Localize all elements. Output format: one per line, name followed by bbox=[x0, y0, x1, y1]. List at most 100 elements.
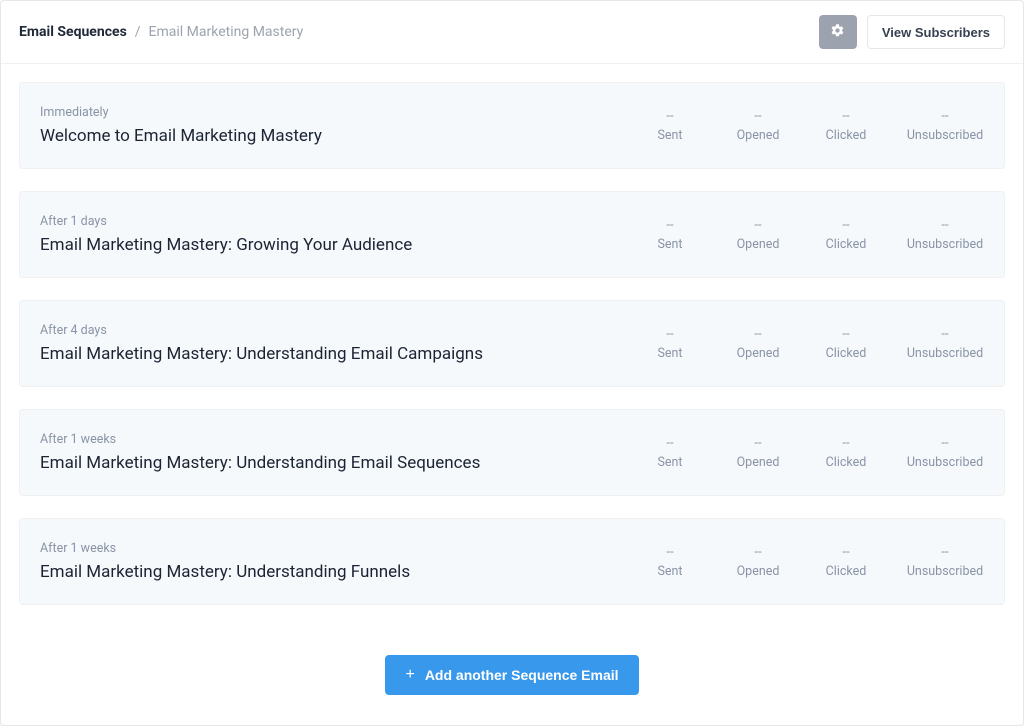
header-actions: View Subscribers bbox=[819, 15, 1005, 49]
stat-value: -- bbox=[818, 218, 874, 233]
content: Immediately Welcome to Email Marketing M… bbox=[1, 64, 1023, 725]
add-button-wrap: + Add another Sequence Email bbox=[19, 627, 1005, 707]
stat-label: Opened bbox=[730, 564, 786, 579]
email-title: Email Marketing Mastery: Growing Your Au… bbox=[40, 235, 642, 255]
breadcrumb: Email Sequences / Email Marketing Master… bbox=[19, 24, 303, 40]
breadcrumb-current: Email Marketing Mastery bbox=[149, 24, 304, 40]
stat-label: Unsubscribed bbox=[906, 346, 984, 361]
stat-sent: -- Sent bbox=[642, 436, 698, 470]
stat-label: Clicked bbox=[818, 237, 874, 252]
stat-unsubscribed: -- Unsubscribed bbox=[906, 109, 984, 143]
stat-clicked: -- Clicked bbox=[818, 545, 874, 579]
email-card[interactable]: After 4 days Email Marketing Mastery: Un… bbox=[19, 300, 1005, 387]
stat-clicked: -- Clicked bbox=[818, 436, 874, 470]
email-stats: -- Sent -- Opened -- Clicked -- Unsubscr… bbox=[642, 109, 984, 143]
email-card[interactable]: After 1 weeks Email Marketing Mastery: U… bbox=[19, 518, 1005, 605]
email-info: After 4 days Email Marketing Mastery: Un… bbox=[40, 323, 642, 364]
stat-value: -- bbox=[642, 545, 698, 560]
email-delay: After 1 weeks bbox=[40, 541, 642, 556]
stat-label: Opened bbox=[730, 346, 786, 361]
breadcrumb-root[interactable]: Email Sequences bbox=[19, 24, 127, 40]
settings-button[interactable] bbox=[819, 15, 857, 49]
stat-label: Clicked bbox=[818, 564, 874, 579]
email-stats: -- Sent -- Opened -- Clicked -- Unsubscr… bbox=[642, 545, 984, 579]
page-container: Email Sequences / Email Marketing Master… bbox=[0, 0, 1024, 726]
email-stats: -- Sent -- Opened -- Clicked -- Unsubscr… bbox=[642, 327, 984, 361]
email-card[interactable]: Immediately Welcome to Email Marketing M… bbox=[19, 82, 1005, 169]
email-title: Email Marketing Mastery: Understanding E… bbox=[40, 453, 642, 473]
stat-unsubscribed: -- Unsubscribed bbox=[906, 436, 984, 470]
email-info: After 1 weeks Email Marketing Mastery: U… bbox=[40, 541, 642, 582]
stat-label: Sent bbox=[642, 237, 698, 252]
email-list: Immediately Welcome to Email Marketing M… bbox=[19, 82, 1005, 605]
stat-opened: -- Opened bbox=[730, 109, 786, 143]
stat-label: Sent bbox=[642, 564, 698, 579]
stat-label: Opened bbox=[730, 455, 786, 470]
stat-value: -- bbox=[906, 218, 984, 233]
stat-opened: -- Opened bbox=[730, 327, 786, 361]
stat-label: Unsubscribed bbox=[906, 564, 984, 579]
stat-value: -- bbox=[730, 218, 786, 233]
stat-clicked: -- Clicked bbox=[818, 218, 874, 252]
stat-sent: -- Sent bbox=[642, 109, 698, 143]
stat-label: Sent bbox=[642, 128, 698, 143]
stat-value: -- bbox=[818, 436, 874, 451]
stat-label: Sent bbox=[642, 455, 698, 470]
plus-icon: + bbox=[405, 667, 414, 683]
stat-label: Unsubscribed bbox=[906, 237, 984, 252]
stat-clicked: -- Clicked bbox=[818, 327, 874, 361]
stat-label: Opened bbox=[730, 237, 786, 252]
email-card[interactable]: After 1 days Email Marketing Mastery: Gr… bbox=[19, 191, 1005, 278]
stat-value: -- bbox=[818, 327, 874, 342]
stat-value: -- bbox=[906, 327, 984, 342]
stat-label: Sent bbox=[642, 346, 698, 361]
stat-value: -- bbox=[906, 109, 984, 124]
email-delay: After 1 weeks bbox=[40, 432, 642, 447]
stat-opened: -- Opened bbox=[730, 545, 786, 579]
email-stats: -- Sent -- Opened -- Clicked -- Unsubscr… bbox=[642, 436, 984, 470]
stat-label: Clicked bbox=[818, 128, 874, 143]
gear-icon bbox=[830, 23, 845, 41]
stat-sent: -- Sent bbox=[642, 218, 698, 252]
page-header: Email Sequences / Email Marketing Master… bbox=[1, 1, 1023, 64]
stat-value: -- bbox=[818, 545, 874, 560]
stat-value: -- bbox=[642, 436, 698, 451]
email-delay: Immediately bbox=[40, 105, 642, 120]
stat-opened: -- Opened bbox=[730, 218, 786, 252]
stat-unsubscribed: -- Unsubscribed bbox=[906, 218, 984, 252]
stat-label: Opened bbox=[730, 128, 786, 143]
stat-value: -- bbox=[818, 109, 874, 124]
stat-sent: -- Sent bbox=[642, 327, 698, 361]
stat-value: -- bbox=[730, 436, 786, 451]
email-info: After 1 weeks Email Marketing Mastery: U… bbox=[40, 432, 642, 473]
stat-value: -- bbox=[642, 109, 698, 124]
email-stats: -- Sent -- Opened -- Clicked -- Unsubscr… bbox=[642, 218, 984, 252]
email-info: Immediately Welcome to Email Marketing M… bbox=[40, 105, 642, 146]
stat-sent: -- Sent bbox=[642, 545, 698, 579]
stat-clicked: -- Clicked bbox=[818, 109, 874, 143]
stat-value: -- bbox=[642, 327, 698, 342]
stat-value: -- bbox=[730, 109, 786, 124]
stat-value: -- bbox=[730, 327, 786, 342]
email-title: Email Marketing Mastery: Understanding F… bbox=[40, 562, 642, 582]
email-delay: After 1 days bbox=[40, 214, 642, 229]
stat-unsubscribed: -- Unsubscribed bbox=[906, 545, 984, 579]
stat-value: -- bbox=[906, 436, 984, 451]
email-title: Welcome to Email Marketing Mastery bbox=[40, 126, 642, 146]
add-sequence-email-button[interactable]: + Add another Sequence Email bbox=[385, 655, 638, 695]
stat-value: -- bbox=[642, 218, 698, 233]
stat-label: Unsubscribed bbox=[906, 455, 984, 470]
email-title: Email Marketing Mastery: Understanding E… bbox=[40, 344, 642, 364]
stat-label: Unsubscribed bbox=[906, 128, 984, 143]
email-delay: After 4 days bbox=[40, 323, 642, 338]
email-info: After 1 days Email Marketing Mastery: Gr… bbox=[40, 214, 642, 255]
stat-label: Clicked bbox=[818, 346, 874, 361]
stat-value: -- bbox=[730, 545, 786, 560]
email-card[interactable]: After 1 weeks Email Marketing Mastery: U… bbox=[19, 409, 1005, 496]
stat-value: -- bbox=[906, 545, 984, 560]
add-button-label: Add another Sequence Email bbox=[425, 667, 619, 683]
stat-unsubscribed: -- Unsubscribed bbox=[906, 327, 984, 361]
breadcrumb-separator: / bbox=[135, 24, 141, 40]
view-subscribers-button[interactable]: View Subscribers bbox=[867, 15, 1005, 49]
stat-opened: -- Opened bbox=[730, 436, 786, 470]
